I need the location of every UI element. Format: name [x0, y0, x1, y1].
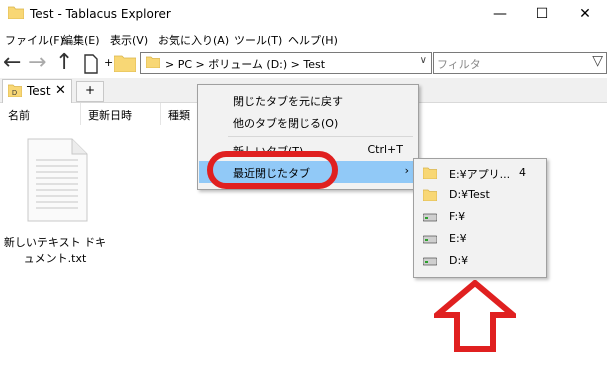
filter-icon[interactable]: ▽ [592, 53, 603, 69]
maximize-button[interactable]: ☐ [522, 0, 562, 30]
minimize-button[interactable]: — [480, 0, 520, 30]
back-arrow-icon[interactable]: ← [3, 50, 21, 76]
window-title: Test - Tablacus Explorer [30, 7, 171, 21]
filter-input[interactable]: フィルタ [437, 56, 481, 72]
menu-item-label: 他のタブを閉じる(O) [233, 117, 339, 130]
drive-icon [423, 213, 437, 222]
column-divider[interactable] [80, 103, 81, 125]
tab-test[interactable]: D Test ✕ [2, 79, 72, 103]
menu-help[interactable]: ヘルプ(H) [288, 32, 338, 48]
filter-box[interactable]: フィルタ ▽ [433, 52, 607, 74]
menu-view[interactable]: 表示(V) [110, 32, 148, 48]
folder-icon [146, 56, 160, 68]
folder-icon [423, 189, 437, 201]
menu-item-close-other-tabs[interactable]: 他のタブを閉じる(O) [199, 111, 417, 133]
column-modified[interactable]: 更新日時 [88, 107, 132, 123]
folder-icon [8, 6, 24, 19]
menu-edit[interactable]: 編集(E) [62, 32, 100, 48]
svg-text:D: D [12, 90, 17, 97]
submenu-item[interactable]: D:¥ [415, 250, 545, 272]
text-file-icon[interactable] [26, 138, 88, 222]
folder-icon: D [8, 84, 22, 97]
submenu-item-count: 4 [519, 166, 526, 179]
menu-item-shortcut: Ctrl+T [367, 143, 403, 156]
menu-bar: ファイル(F) 編集(E) 表示(V) お気に入り(A) ツール(T) ヘルプ(… [0, 30, 607, 50]
address-bar[interactable]: > PC > ボリューム (D:) > Test ∨ [140, 52, 432, 74]
title-bar: Test - Tablacus Explorer — ☐ ✕ [0, 0, 607, 30]
column-divider[interactable] [160, 103, 161, 125]
menu-tools[interactable]: ツール(T) [234, 32, 282, 48]
submenu-item-label: E:¥ [449, 232, 467, 245]
add-favorite-icon[interactable]: + [104, 56, 113, 69]
submenu-item[interactable]: D:¥Test [415, 184, 545, 206]
new-tab-button[interactable]: + [76, 81, 104, 102]
submenu-item-label: E:¥アプリ... [449, 168, 511, 181]
column-type[interactable]: 種類 [168, 107, 190, 123]
menu-item-reopen-closed-tab[interactable]: 閉じたタブを元に戻す [199, 89, 417, 111]
folder-icon [423, 167, 437, 179]
recent-tabs-submenu: E:¥アプリ... 4 D:¥Test F:¥ E:¥ D:¥ [413, 158, 547, 278]
forward-arrow-icon[interactable]: → [28, 50, 46, 76]
file-name[interactable]: 新しいテキスト ドキュメント.txt [2, 235, 108, 267]
submenu-item[interactable]: E:¥ [415, 228, 545, 250]
submenu-item[interactable]: E:¥アプリ... 4 [415, 162, 545, 184]
submenu-item-label: D:¥Test [449, 188, 490, 201]
close-icon[interactable]: ✕ [55, 83, 66, 98]
close-button[interactable]: ✕ [565, 0, 605, 30]
drive-icon [423, 235, 437, 244]
submenu-item[interactable]: F:¥ [415, 206, 545, 228]
chevron-right-icon: › [404, 164, 409, 177]
up-arrow-annotation-icon [434, 280, 516, 352]
menu-favorites[interactable]: お気に入り(A) [158, 32, 229, 48]
document-pane-icon[interactable] [82, 53, 100, 75]
menu-separator [228, 136, 413, 137]
tab-label: Test [27, 84, 51, 98]
menu-file[interactable]: ファイル(F) [5, 32, 64, 48]
menu-item-label: 閉じたタブを元に戻す [233, 95, 343, 108]
up-arrow-icon[interactable]: ↑ [55, 50, 73, 76]
drive-icon [423, 257, 437, 266]
highlight-oval-annotation [207, 151, 338, 189]
submenu-item-label: D:¥ [449, 254, 469, 267]
column-name[interactable]: 名前 [8, 107, 30, 123]
address-path: > PC > ボリューム (D:) > Test [165, 58, 326, 71]
chevron-down-icon[interactable]: ∨ [420, 55, 427, 66]
folder-icon[interactable] [114, 54, 136, 72]
submenu-item-label: F:¥ [449, 210, 466, 223]
